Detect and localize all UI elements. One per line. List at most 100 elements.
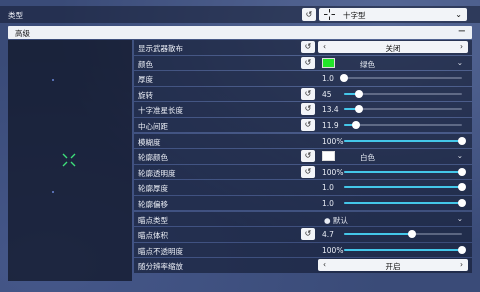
setting-row-outline-thickness: 轮廓厚度 1.0 xyxy=(134,180,472,195)
slider-fill xyxy=(344,201,462,204)
setting-label: 厚度 xyxy=(138,75,153,85)
setting-row-show-weapon-spread: 显示武器散布 ↺ ‹ 关闭 › xyxy=(134,40,472,55)
reset-icon: ↺ xyxy=(304,166,312,176)
reset-button[interactable]: ↺ xyxy=(301,87,315,100)
slider-handle[interactable] xyxy=(458,198,466,207)
slider-track[interactable] xyxy=(344,89,462,98)
option-stepper[interactable]: ‹ 关闭 › xyxy=(318,41,468,53)
reset-button[interactable]: ↺ xyxy=(301,103,315,116)
option-value: 关闭 xyxy=(385,44,401,53)
option-value: 开启 xyxy=(385,262,401,272)
value-slider[interactable]: 45 xyxy=(318,88,468,100)
value-slider[interactable]: 100% xyxy=(318,166,468,178)
slider-track[interactable] xyxy=(344,245,466,254)
slider-track[interactable] xyxy=(344,183,466,192)
chevron-down-icon: ⌄ xyxy=(455,10,462,19)
color-select[interactable]: 白色 ⌄ xyxy=(318,150,468,162)
crosshair-type-value: 十字型 xyxy=(343,11,366,20)
slider-fill xyxy=(344,233,413,236)
reset-button[interactable]: ↺ xyxy=(301,56,315,69)
slider-handle[interactable] xyxy=(355,105,364,114)
setting-label: 中心间距 xyxy=(138,121,168,131)
slider-value: 13.4 xyxy=(322,105,339,115)
preview-dot xyxy=(52,191,54,193)
reset-icon: ↺ xyxy=(304,57,312,67)
advanced-section-header[interactable]: 高级 − xyxy=(8,26,472,39)
slider-track[interactable] xyxy=(344,136,466,145)
setting-row-outline-offset: 轮廓偏移 1.0 xyxy=(134,195,472,211)
value-slider[interactable]: 100% xyxy=(318,244,468,256)
reset-icon: ↺ xyxy=(304,119,312,129)
setting-row-dot-size: 瞄点体积 ↺ 4.7 xyxy=(134,227,472,242)
slider-track[interactable] xyxy=(344,105,462,114)
value-slider[interactable]: 11.9 xyxy=(318,119,468,131)
crosshair-preview-icon xyxy=(62,153,76,167)
slider-handle[interactable] xyxy=(458,167,466,176)
cross-type-icon xyxy=(324,9,335,20)
slider-value: 1.0 xyxy=(322,183,334,193)
slider-track[interactable] xyxy=(344,167,466,176)
setting-row-center-gap: 中心间距 ↺ 11.9 xyxy=(134,117,472,133)
slider-value: 45 xyxy=(322,89,332,99)
setting-row-dot-type: 瞄点类型 ● 默认 ⌄ xyxy=(134,211,472,227)
color-select[interactable]: 绿色 ⌄ xyxy=(318,57,468,69)
slider-track[interactable] xyxy=(340,74,462,83)
value-slider[interactable]: 100% xyxy=(318,135,468,147)
setting-row-rotation: 旋转 ↺ 45 xyxy=(134,86,472,102)
reset-button[interactable]: ↺ xyxy=(301,150,315,163)
reset-icon: ↺ xyxy=(304,229,312,239)
reset-button[interactable]: ↺ xyxy=(301,165,315,178)
slider-value: 100% xyxy=(322,136,344,146)
slider-value: 100% xyxy=(322,167,344,177)
settings-list: 显示武器散布 ↺ ‹ 关闭 › 颜色 ↺ 绿色 ⌄ 厚度 1.0 旋转 ↺ 45 十字准星长度 ↺ 13.4 中心… xyxy=(134,40,472,274)
value-slider[interactable]: 13.4 xyxy=(318,103,468,115)
slider-value: 100% xyxy=(322,245,344,255)
reset-icon: ↺ xyxy=(304,88,312,98)
setting-label: 模糊度 xyxy=(138,137,161,147)
slider-handle[interactable] xyxy=(408,230,417,239)
slider-handle[interactable] xyxy=(340,74,348,83)
setting-row-cross-length: 十字准星长度 ↺ 13.4 xyxy=(134,102,472,117)
setting-row-dot-opacity: 瞄点不透明度 100% xyxy=(134,242,472,258)
chevron-right-icon[interactable]: › xyxy=(460,42,463,51)
slider-handle[interactable] xyxy=(351,120,360,129)
slider-handle[interactable] xyxy=(354,89,363,98)
setting-row-color: 颜色 ↺ 绿色 ⌄ xyxy=(134,55,472,71)
setting-label: 瞄点不透明度 xyxy=(138,246,183,256)
reset-type-button[interactable]: ↺ xyxy=(302,8,316,21)
collapse-icon[interactable]: − xyxy=(458,26,466,37)
setting-label: 轮廓颜色 xyxy=(138,153,168,163)
color-swatch xyxy=(322,151,335,162)
reset-button[interactable]: ↺ xyxy=(301,118,315,131)
value-slider[interactable]: 1.0 xyxy=(318,181,468,193)
slider-handle[interactable] xyxy=(458,183,466,192)
slider-value: 4.7 xyxy=(322,230,334,240)
slider-value: 1.0 xyxy=(322,198,334,208)
slider-track[interactable] xyxy=(344,120,462,129)
slider-fill xyxy=(344,186,462,189)
value-slider[interactable]: 4.7 xyxy=(318,228,468,240)
slider-fill xyxy=(344,170,462,173)
chevron-right-icon[interactable]: › xyxy=(460,260,463,269)
setting-row-resolution-scaling: 随分辨率缩放 ‹ 开启 › xyxy=(134,258,472,273)
crosshair-type-select[interactable]: 十字型 ⌄ xyxy=(319,8,467,21)
option-stepper[interactable]: ‹ 开启 › xyxy=(318,259,468,272)
crosshair-type-row: 类型 ↺ 十字型 ⌄ xyxy=(0,6,480,23)
slider-track[interactable] xyxy=(344,230,462,239)
preview-dot xyxy=(52,79,54,81)
slider-handle[interactable] xyxy=(458,245,466,254)
section-title: 高级 xyxy=(15,29,30,38)
setting-label: 轮廓透明度 xyxy=(138,168,176,178)
setting-row-outline-opacity: 轮廓透明度 ↺ 100% xyxy=(134,164,472,180)
option-dropdown[interactable]: ● 默认 ⌄ xyxy=(318,213,468,225)
color-value: 绿色 xyxy=(360,59,375,69)
slider-track[interactable] xyxy=(344,198,466,207)
setting-label: 瞄点体积 xyxy=(138,231,168,241)
value-slider[interactable]: 1.0 xyxy=(318,72,468,84)
reset-button[interactable]: ↺ xyxy=(301,228,315,241)
reset-button[interactable]: ↺ xyxy=(301,41,315,53)
slider-handle[interactable] xyxy=(458,136,466,145)
value-slider[interactable]: 1.0 xyxy=(318,197,468,209)
slider-fill xyxy=(344,139,462,142)
setting-row-outline-color: 轮廓颜色 ↺ 白色 ⌄ xyxy=(134,149,472,164)
